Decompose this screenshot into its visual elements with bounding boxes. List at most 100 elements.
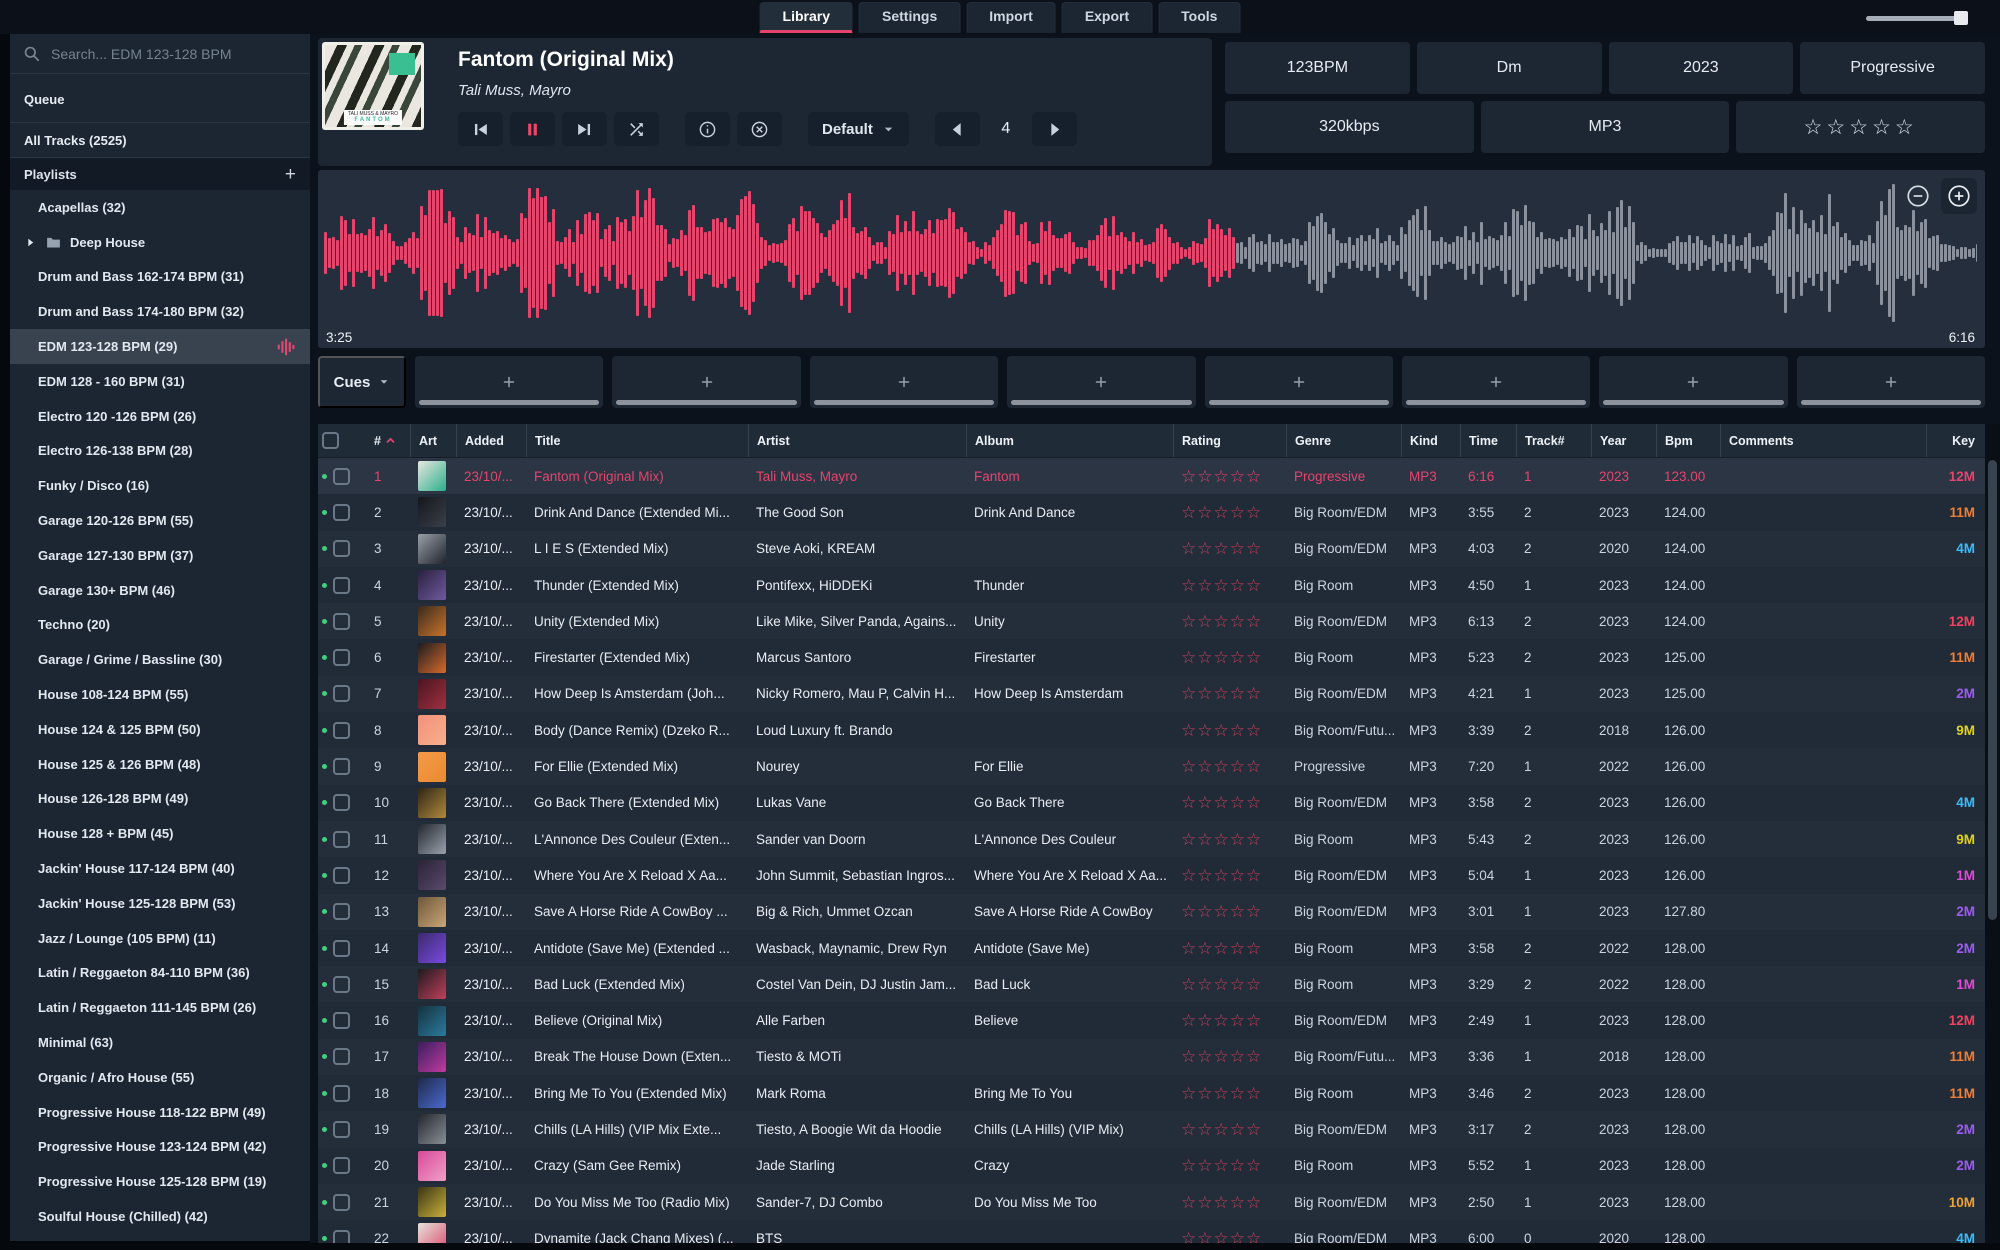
column-header-added[interactable]: Added	[456, 424, 526, 457]
sidebar-playlist-item[interactable]: Garage 120-126 BPM (55)	[10, 503, 310, 538]
tab-tools[interactable]: Tools	[1158, 2, 1240, 33]
cue-slot-add-button[interactable]	[810, 356, 998, 408]
table-row[interactable]: 1323/10/...Save A Horse Ride A CowBoy ..…	[318, 894, 1985, 930]
row-checkbox[interactable]	[333, 1194, 350, 1211]
row-checkbox[interactable]	[333, 903, 350, 920]
sidebar-playlist-item[interactable]: Soulful House (Chilled) (42)	[10, 1199, 310, 1234]
table-row[interactable]: 423/10/...Thunder (Extended Mix)Pontifex…	[318, 567, 1985, 603]
column-header-tracknum[interactable]: Track#	[1516, 424, 1591, 457]
sidebar-playlist-item[interactable]: Jackin' House 117-124 BPM (40)	[10, 851, 310, 886]
sidebar-playlist-item[interactable]: Latin / Reggaeton 111-145 BPM (26)	[10, 990, 310, 1025]
tab-export[interactable]: Export	[1062, 2, 1152, 33]
clear-button[interactable]	[737, 112, 782, 146]
sidebar-playlist-item[interactable]: Jackin' House 125-128 BPM (53)	[10, 886, 310, 921]
sidebar-playlist-item[interactable]: Progressive House 118-122 BPM (49)	[10, 1095, 310, 1130]
column-header-genre[interactable]: Genre	[1286, 424, 1401, 457]
row-checkbox[interactable]	[333, 504, 350, 521]
row-checkbox[interactable]	[333, 1048, 350, 1065]
next-track-button[interactable]	[562, 112, 607, 146]
info-genre-box[interactable]: Progressive	[1800, 42, 1985, 94]
table-row[interactable]: 1223/10/...Where You Are X Reload X Aa..…	[318, 857, 1985, 893]
rating-stars[interactable]: ☆☆☆☆☆	[1181, 1012, 1262, 1029]
rating-stars[interactable]: ☆☆☆☆☆	[1181, 685, 1262, 702]
page-previous-button[interactable]	[935, 112, 980, 146]
rating-stars[interactable]: ☆☆☆☆☆	[1181, 1194, 1262, 1211]
table-row[interactable]: 1123/10/...L'Annonce Des Couleur (Exten.…	[318, 821, 1985, 857]
rating-stars[interactable]: ☆☆☆☆☆	[1181, 577, 1262, 594]
row-checkbox[interactable]	[333, 1121, 350, 1138]
sidebar-playlist-item[interactable]: Garage / Grime / Bassline (30)	[10, 642, 310, 677]
row-checkbox[interactable]	[333, 722, 350, 739]
table-row[interactable]: 2123/10/...Do You Miss Me Too (Radio Mix…	[318, 1184, 1985, 1220]
rating-stars[interactable]: ☆☆☆☆☆	[1181, 794, 1262, 811]
rating-stars[interactable]: ☆☆☆☆☆	[1181, 504, 1262, 521]
rating-stars[interactable]: ☆☆☆☆☆	[1181, 1157, 1262, 1174]
table-row[interactable]: 723/10/...How Deep Is Amsterdam (Joh...N…	[318, 676, 1985, 712]
waveform-panel[interactable]: 3:25 6:16	[318, 170, 1985, 348]
table-row[interactable]: 1423/10/...Antidote (Save Me) (Extended …	[318, 930, 1985, 966]
info-key-box[interactable]: Dm	[1417, 42, 1602, 94]
row-checkbox[interactable]	[333, 613, 350, 630]
cues-dropdown[interactable]: Cues	[318, 356, 406, 408]
sidebar-playlist-item[interactable]: Minimal (63)	[10, 1025, 310, 1060]
column-header-number[interactable]: #	[366, 424, 410, 457]
table-row[interactable]: 2023/10/...Crazy (Sam Gee Remix)Jade Sta…	[318, 1148, 1985, 1184]
rating-stars[interactable]: ☆☆☆☆☆	[1181, 540, 1262, 557]
table-row[interactable]: 523/10/...Unity (Extended Mix)Like Mike,…	[318, 603, 1985, 639]
row-checkbox[interactable]	[333, 831, 350, 848]
row-checkbox[interactable]	[333, 1085, 350, 1102]
info-bpm-box[interactable]: 123BPM	[1225, 42, 1410, 94]
volume-handle[interactable]	[1954, 11, 1968, 25]
zoom-out-icon[interactable]	[1905, 183, 1931, 209]
rating-stars[interactable]: ☆☆☆☆☆	[1181, 867, 1262, 884]
sidebar-playlist-item[interactable]: Jazz / Lounge (105 BPM) (11)	[10, 921, 310, 956]
column-header-artist[interactable]: Artist	[748, 424, 966, 457]
sidebar-playlist-item[interactable]: Progressive House 123-124 BPM (42)	[10, 1130, 310, 1165]
add-playlist-button[interactable]: +	[285, 165, 296, 184]
volume-slider[interactable]	[1866, 12, 1966, 24]
view-mode-dropdown[interactable]: Default	[808, 112, 909, 146]
select-all-checkbox[interactable]	[322, 432, 339, 449]
zoom-in-button[interactable]	[1941, 178, 1977, 214]
sidebar-playlist-item[interactable]: House 125 & 126 BPM (48)	[10, 747, 310, 782]
sidebar-playlist-item[interactable]: House 128 + BPM (45)	[10, 816, 310, 851]
sidebar-playlist-item[interactable]: House 126-128 BPM (49)	[10, 782, 310, 817]
column-header-key[interactable]: Key	[1926, 424, 1983, 457]
column-header-rating[interactable]: Rating	[1173, 424, 1286, 457]
row-checkbox[interactable]	[333, 649, 350, 666]
sidebar-playlist-item[interactable]: EDM 128 - 160 BPM (31)	[10, 364, 310, 399]
table-scrollbar[interactable]	[1985, 424, 2000, 1250]
info-rating-box[interactable]: ☆☆☆☆☆	[1736, 101, 1985, 153]
rating-stars[interactable]: ☆☆☆☆☆	[1181, 649, 1262, 666]
shuffle-button[interactable]	[614, 112, 659, 146]
table-row[interactable]: 1523/10/...Bad Luck (Extended Mix)Costel…	[318, 966, 1985, 1002]
cue-slot-add-button[interactable]	[1797, 356, 1985, 408]
column-header-bpm[interactable]: Bpm	[1656, 424, 1720, 457]
sidebar-playlist-item[interactable]: Acapellas (32)	[10, 190, 310, 225]
row-checkbox[interactable]	[333, 976, 350, 993]
table-row[interactable]: 1623/10/...Believe (Original Mix)Alle Fa…	[318, 1002, 1985, 1038]
row-checkbox[interactable]	[333, 1157, 350, 1174]
table-row[interactable]: 223/10/...Drink And Dance (Extended Mi..…	[318, 494, 1985, 530]
column-header-title[interactable]: Title	[526, 424, 748, 457]
rating-stars[interactable]: ☆☆☆☆☆	[1181, 940, 1262, 957]
sidebar-item-all-tracks[interactable]: All Tracks (2525)	[10, 122, 310, 158]
sidebar-playlist-item[interactable]: Deep House	[10, 225, 310, 260]
table-row[interactable]: 823/10/...Body (Dance Remix) (Dzeko R...…	[318, 712, 1985, 748]
column-header-kind[interactable]: Kind	[1401, 424, 1460, 457]
sidebar-playlist-item[interactable]: Latin / Reggaeton 84-110 BPM (36)	[10, 956, 310, 991]
table-row[interactable]: 1023/10/...Go Back There (Extended Mix)L…	[318, 785, 1985, 821]
sidebar-playlist-item[interactable]: Electro 120 -126 BPM (26)	[10, 399, 310, 434]
cue-slot-add-button[interactable]	[612, 356, 800, 408]
cue-slot-add-button[interactable]	[1205, 356, 1393, 408]
row-checkbox[interactable]	[333, 794, 350, 811]
sidebar-playlist-item[interactable]: Garage 127-130 BPM (37)	[10, 538, 310, 573]
caret-right-icon[interactable]	[24, 236, 37, 249]
cue-slot-add-button[interactable]	[1402, 356, 1590, 408]
rating-stars[interactable]: ☆☆☆☆☆	[1181, 903, 1262, 920]
cue-slot-add-button[interactable]	[415, 356, 603, 408]
sidebar-playlist-item[interactable]: Electro 126-138 BPM (28)	[10, 434, 310, 469]
info-format-box[interactable]: MP3	[1481, 101, 1730, 153]
rating-stars[interactable]: ☆☆☆☆☆	[1181, 722, 1262, 739]
info-bitrate-box[interactable]: 320kbps	[1225, 101, 1474, 153]
